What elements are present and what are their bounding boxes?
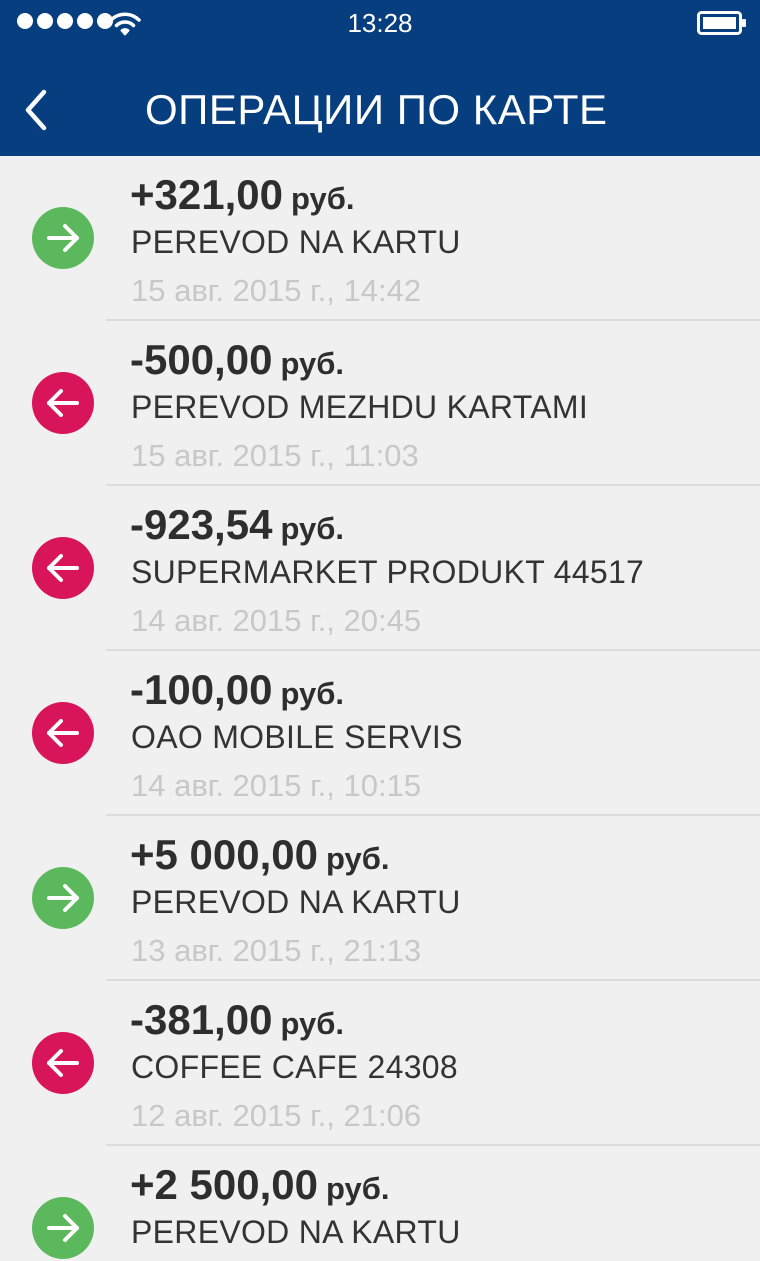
- transaction-currency: руб.: [280, 346, 344, 381]
- transaction-datetime: 13 авг. 2015 г., 21:13: [131, 933, 422, 968]
- amount-line: +2 500,00 руб.: [130, 1161, 390, 1209]
- amount-line: -500,00 руб.: [130, 336, 344, 384]
- amount-line: -923,54 руб.: [130, 501, 344, 549]
- arrow-left-icon: [32, 1032, 94, 1094]
- transaction-datetime: 14 авг. 2015 г., 20:45: [131, 603, 422, 638]
- transaction-amount: -923,54: [130, 501, 273, 548]
- arrow-right-icon: [32, 1197, 94, 1259]
- transaction-datetime: 15 авг. 2015 г., 11:03: [131, 438, 419, 473]
- transaction-description: PEREVOD MEZHDU KARTAMI: [131, 389, 589, 425]
- transaction-amount: -500,00: [130, 336, 273, 383]
- transaction-datetime: 14 авг. 2015 г., 10:15: [131, 768, 422, 803]
- transaction-list: +321,00 руб. PEREVOD NA KARTU 15 авг. 2015 …: [0, 156, 760, 1261]
- transaction-datetime: 12 авг. 2015 г., 21:06: [131, 1098, 422, 1133]
- transaction-amount: +2 500,00: [130, 1161, 319, 1208]
- arrow-right-icon: [32, 207, 94, 269]
- transaction-row[interactable]: -500,00 руб. PEREVOD MEZHDU KARTAMI 15 авг.…: [0, 321, 760, 486]
- app-screen: 13:28 ОПЕРАЦИИ ПО КАРТЕ +321,00 руб. PEREV…: [0, 0, 760, 1261]
- back-button[interactable]: [14, 80, 62, 136]
- header: 13:28 ОПЕРАЦИИ ПО КАРТЕ: [0, 0, 760, 156]
- transaction-currency: руб.: [326, 841, 390, 876]
- transaction-row[interactable]: -381,00 руб. COFFEE CAFE 24308 12 авг. 2015…: [0, 981, 760, 1146]
- transaction-row[interactable]: -923,54 руб. SUPERMARKET PRODUKT 44517 14 а…: [0, 486, 760, 651]
- transaction-description: PEREVOD NA KARTU: [131, 224, 461, 260]
- arrow-left-icon: [32, 372, 94, 434]
- transaction-row[interactable]: +5 000,00 руб. PEREVOD NA KARTU 13 авг. 201…: [0, 816, 760, 981]
- transaction-row[interactable]: -100,00 руб. OAO MOBILE SERVIS 14 авг. 2015…: [0, 651, 760, 816]
- transaction-currency: руб.: [280, 676, 344, 711]
- transaction-description: PEREVOD NA KARTU: [131, 1214, 461, 1250]
- page-title: ОПЕРАЦИИ ПО КАРТЕ: [145, 86, 608, 133]
- transaction-description: COFFEE CAFE 24308: [131, 1049, 458, 1085]
- amount-line: -100,00 руб.: [130, 666, 344, 714]
- transaction-amount: +5 000,00: [130, 831, 319, 878]
- transaction-row[interactable]: +321,00 руб. PEREVOD NA KARTU 15 авг. 2015 …: [0, 156, 760, 321]
- status-bar: 13:28: [0, 0, 760, 50]
- transaction-currency: руб.: [280, 511, 344, 546]
- transaction-amount: +321,00: [130, 171, 283, 218]
- amount-line: -381,00 руб.: [130, 996, 344, 1044]
- arrow-right-icon: [32, 867, 94, 929]
- transaction-currency: руб.: [280, 1006, 344, 1041]
- chevron-left-icon: [25, 89, 47, 131]
- amount-line: +5 000,00 руб.: [130, 831, 390, 879]
- nav-bar: ОПЕРАЦИИ ПО КАРТЕ: [0, 50, 760, 156]
- transaction-currency: руб.: [291, 181, 355, 216]
- battery-icon: [697, 11, 746, 35]
- status-time: 13:28: [347, 8, 413, 38]
- transaction-currency: руб.: [326, 1171, 390, 1206]
- transaction-datetime: 15 авг. 2015 г., 14:42: [131, 273, 422, 308]
- arrow-left-icon: [32, 702, 94, 764]
- transaction-row[interactable]: +2 500,00 руб. PEREVOD NA KARTU: [0, 1146, 760, 1261]
- amount-line: +321,00 руб.: [130, 171, 355, 219]
- transaction-description: OAO MOBILE SERVIS: [131, 719, 463, 755]
- transaction-description: SUPERMARKET PRODUKT 44517: [131, 554, 645, 590]
- transaction-amount: -381,00: [130, 996, 273, 1043]
- transaction-amount: -100,00: [130, 666, 273, 713]
- transaction-description: PEREVOD NA KARTU: [131, 884, 461, 920]
- arrow-left-icon: [32, 537, 94, 599]
